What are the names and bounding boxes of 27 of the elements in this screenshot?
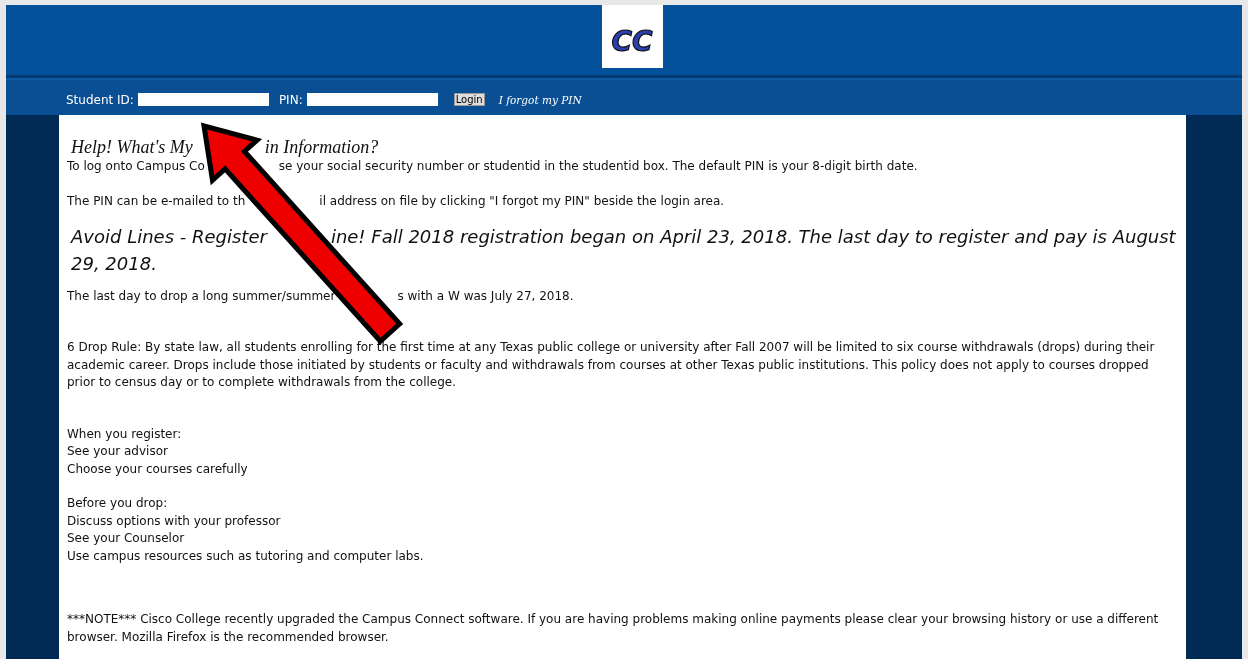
- forgot-pin-link[interactable]: I forgot my PIN: [498, 93, 582, 106]
- pin-field[interactable]: [306, 93, 438, 106]
- paragraph: ***NOTE*** Cisco College recently upgraded the Campus Connect software. If you are having problems making online payments please clear your browsing history or use a different browser. Mozilla Firefox is the recommended browser.: [67, 612, 1159, 644]
- text-line: See your advisor: [67, 443, 169, 460]
- paragraph: s with a W was July 27, 2018.: [397, 288, 574, 303]
- text-line: Discuss options with your professor: [67, 512, 282, 530]
- registration-notice: ine! Fall 2018 registration began on April 23, 2018. The last day to register and pay is August: [330, 225, 1176, 247]
- paragraph: il address on file by clicking "I forgot my PIN" beside the login area.: [319, 194, 725, 208]
- paragraph: To log onto Campus Co: [67, 158, 205, 173]
- text-line: Before you drop:: [67, 495, 169, 512]
- help-heading: Help! What's My: [71, 137, 193, 157]
- help-heading: in Information?: [264, 137, 379, 157]
- text-line: Use campus resources such as tutoring and computer labs.: [67, 547, 425, 565]
- pin-label: PIN:: [278, 92, 303, 107]
- college-logo: CC: [601, 5, 663, 68]
- text-line: When you register:: [67, 425, 183, 443]
- paragraph: se your social security number or studentid in the studentid box. The default PIN is your 8-digit birth date.: [278, 158, 918, 173]
- text-line: Choose your courses carefully: [67, 460, 249, 478]
- student-id-field[interactable]: [137, 93, 269, 106]
- paragraph: The last day to drop a long summer/summer: [67, 288, 336, 303]
- paragraph: The PIN can be e-mailed to th: [67, 194, 246, 208]
- login-button[interactable]: Login: [453, 93, 485, 106]
- student-id-label: Student ID:: [66, 92, 134, 107]
- paragraph: 6 Drop Rule: By state law, all students enrolling for the first time at any Texas public college or university after Fall 2007 will be limited to six course withdrawals (drops) during their academic career. Drops include those initiated by students or faculty and withdrawals from courses at other Texas public institutions. This policy does not apply to courses dropped prior to census day or to complete withdrawals from the college.: [67, 340, 1155, 389]
- text-line: See your Counselor: [67, 530, 186, 547]
- registration-notice: 29, 2018.: [71, 251, 158, 276]
- registration-notice: Avoid Lines - Register: [71, 225, 267, 247]
